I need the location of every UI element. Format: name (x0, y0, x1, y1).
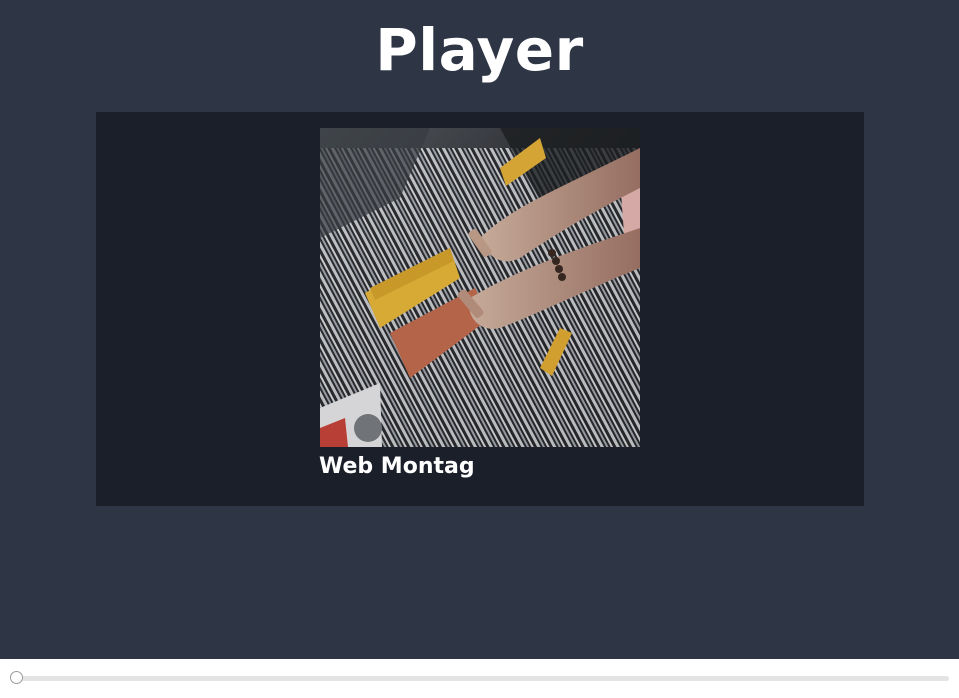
album-art (320, 128, 640, 447)
page-title: Player (375, 16, 584, 84)
seek-handle[interactable] (9, 671, 23, 684)
control-bar (0, 659, 959, 698)
player-page: Player Web Montag (0, 0, 959, 698)
track-title: Web Montag (319, 454, 475, 479)
player-panel: Web Montag (96, 112, 864, 506)
seek-bar[interactable] (9, 671, 949, 684)
